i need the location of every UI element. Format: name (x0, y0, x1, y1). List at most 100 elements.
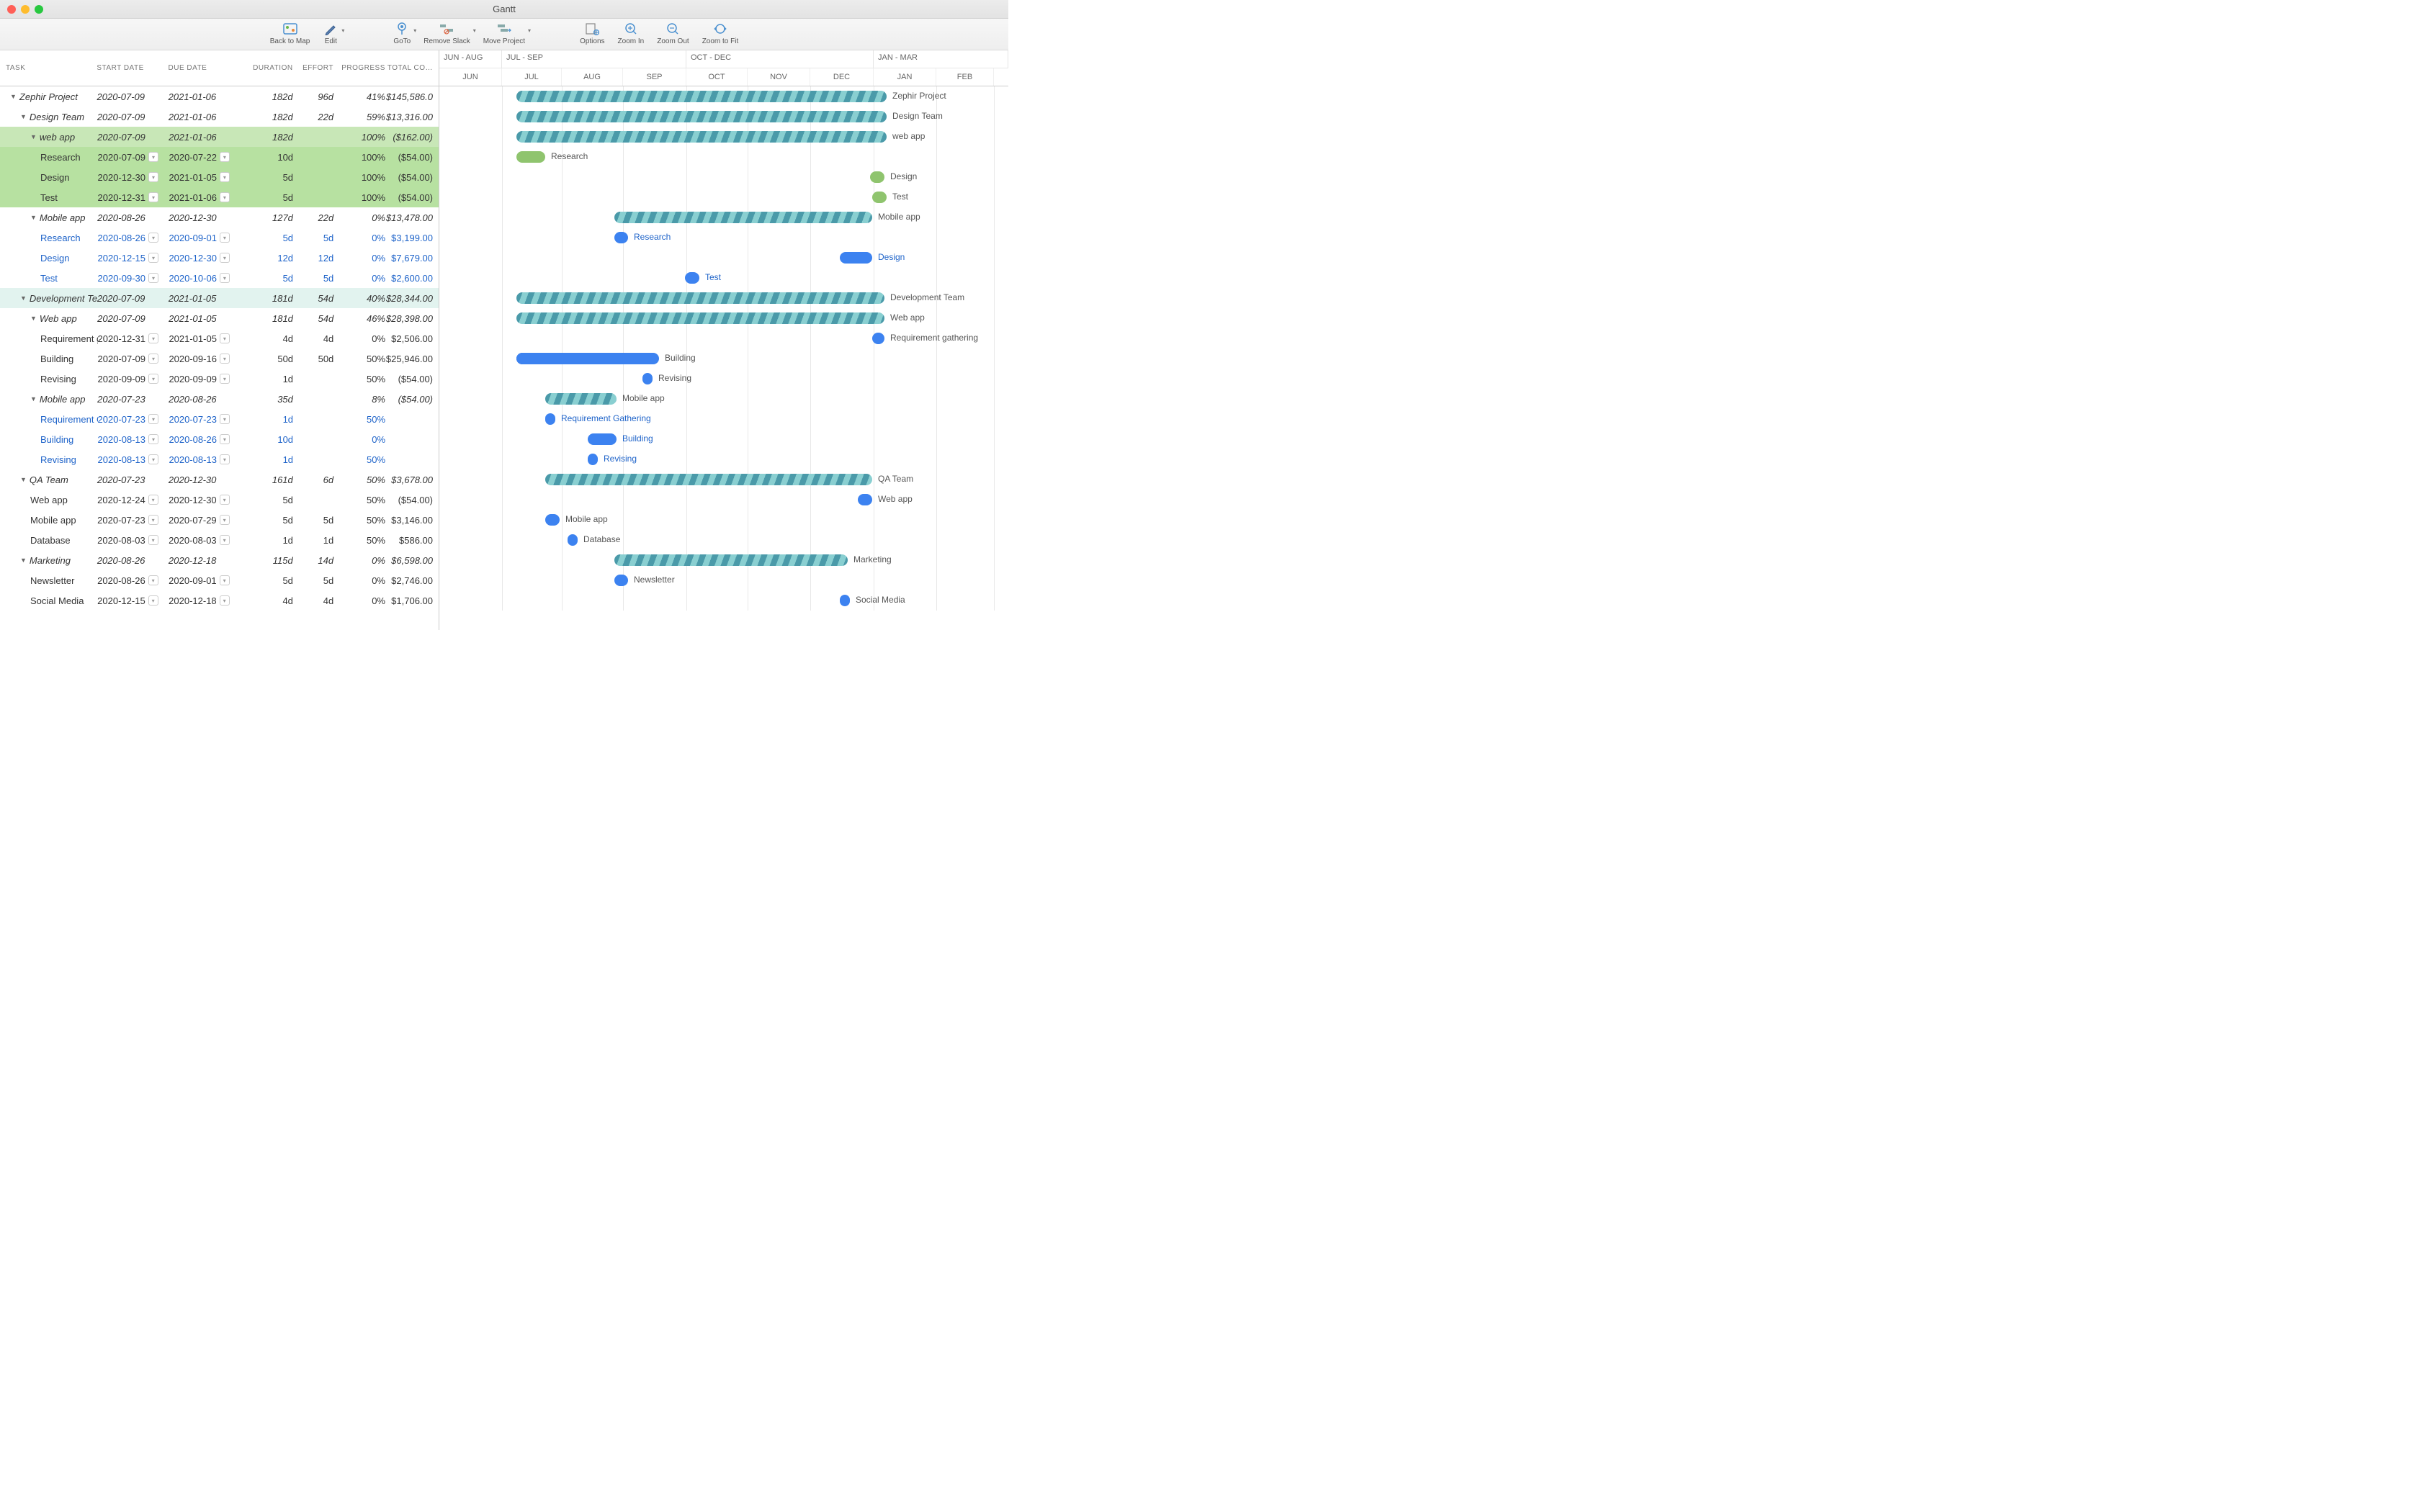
calendar-icon[interactable]: ▾ (220, 515, 230, 525)
calendar-icon[interactable]: ▾ (220, 333, 230, 343)
gantt-bar[interactable] (858, 494, 872, 505)
task-row[interactable]: Building2020-08-13▾2020-08-26▾10d0% (0, 429, 439, 449)
calendar-icon[interactable]: ▾ (148, 414, 158, 424)
calendar-icon[interactable]: ▾ (220, 172, 230, 182)
calendar-icon[interactable]: ▾ (148, 152, 158, 162)
calendar-icon[interactable]: ▾ (148, 515, 158, 525)
gantt-bar[interactable] (588, 454, 598, 465)
calendar-icon[interactable]: ▾ (220, 454, 230, 464)
gantt-bar[interactable] (516, 312, 884, 324)
calendar-icon[interactable]: ▾ (148, 233, 158, 243)
task-row[interactable]: Research2020-07-09▾2020-07-22▾10d100%($5… (0, 147, 439, 167)
gantt-bar[interactable] (642, 373, 653, 384)
move-project-button[interactable]: Move Project (483, 22, 525, 45)
calendar-icon[interactable]: ▾ (148, 253, 158, 263)
calendar-icon[interactable]: ▾ (148, 595, 158, 606)
task-row[interactable]: ▼Design Team2020-07-092021-01-06182d22d5… (0, 107, 439, 127)
col-due[interactable]: DUE DATE (169, 64, 238, 72)
expand-icon[interactable]: ▼ (30, 395, 37, 402)
gantt-bar[interactable] (516, 151, 545, 163)
calendar-icon[interactable]: ▾ (220, 434, 230, 444)
expand-icon[interactable]: ▼ (30, 214, 37, 221)
task-row[interactable]: ▼Mobile app2020-07-232020-08-2635d8%($54… (0, 389, 439, 409)
task-row[interactable]: Requirement Ga2020-07-23▾2020-07-23▾1d50… (0, 409, 439, 429)
col-cost[interactable]: TOTAL CO… (385, 64, 433, 72)
gantt-bar[interactable] (840, 595, 850, 606)
gantt-bar[interactable] (685, 272, 699, 284)
gantt-bar[interactable] (516, 292, 884, 304)
gantt-bar[interactable] (614, 575, 628, 586)
expand-icon[interactable]: ▼ (30, 133, 37, 140)
col-start[interactable]: START DATE (97, 64, 168, 72)
gantt-bar[interactable] (870, 171, 884, 183)
calendar-icon[interactable]: ▾ (148, 575, 158, 585)
calendar-icon[interactable]: ▾ (148, 333, 158, 343)
calendar-icon[interactable]: ▾ (148, 434, 158, 444)
calendar-icon[interactable]: ▾ (148, 172, 158, 182)
gantt-bar[interactable] (614, 232, 628, 243)
task-row[interactable]: ▼Web app2020-07-092021-01-05181d54d46%$2… (0, 308, 439, 328)
gantt-chart[interactable]: JUN - AUGJUL - SEPOCT - DECJAN - MAR JUN… (439, 50, 1008, 630)
expand-icon[interactable]: ▼ (10, 93, 17, 100)
minimize-icon[interactable] (21, 5, 30, 14)
calendar-icon[interactable]: ▾ (148, 535, 158, 545)
calendar-icon[interactable]: ▾ (220, 495, 230, 505)
goto-button[interactable]: GoTo (393, 22, 411, 45)
back-to-map-button[interactable]: Back to Map (270, 22, 310, 45)
col-progress[interactable]: PROGRESS (333, 64, 385, 72)
expand-icon[interactable]: ▼ (20, 476, 27, 483)
col-duration[interactable]: DURATION (238, 64, 293, 72)
gantt-bar[interactable] (545, 514, 560, 526)
col-task[interactable]: TASK (6, 64, 97, 72)
col-effort[interactable]: EFFORT (293, 64, 333, 72)
calendar-icon[interactable]: ▾ (220, 253, 230, 263)
edit-button[interactable]: Edit (323, 22, 339, 45)
calendar-icon[interactable]: ▾ (220, 273, 230, 283)
gantt-bar[interactable] (516, 111, 887, 122)
gantt-bar[interactable] (872, 192, 887, 203)
zoom-in-button[interactable]: Zoom In (618, 22, 645, 45)
gantt-bar[interactable] (840, 252, 872, 264)
gantt-bar[interactable] (516, 353, 659, 364)
task-row[interactable]: Database2020-08-03▾2020-08-03▾1d1d50%$58… (0, 530, 439, 550)
task-row[interactable]: Mobile app2020-07-23▾2020-07-29▾5d5d50%$… (0, 510, 439, 530)
calendar-icon[interactable]: ▾ (220, 152, 230, 162)
gantt-bar[interactable] (872, 333, 884, 344)
task-row[interactable]: Building2020-07-09▾2020-09-16▾50d50d50%$… (0, 348, 439, 369)
gantt-bar[interactable] (516, 131, 887, 143)
gantt-bar[interactable] (545, 393, 617, 405)
task-row[interactable]: Research2020-08-26▾2020-09-01▾5d5d0%$3,1… (0, 228, 439, 248)
calendar-icon[interactable]: ▾ (148, 273, 158, 283)
calendar-icon[interactable]: ▾ (220, 414, 230, 424)
zoom-out-button[interactable]: Zoom Out (657, 22, 689, 45)
calendar-icon[interactable]: ▾ (220, 192, 230, 202)
calendar-icon[interactable]: ▾ (148, 354, 158, 364)
task-row[interactable]: ▼Development Team2020-07-092021-01-05181… (0, 288, 439, 308)
maximize-icon[interactable] (35, 5, 43, 14)
task-row[interactable]: Revising2020-09-09▾2020-09-09▾1d50%($54.… (0, 369, 439, 389)
gantt-bar[interactable] (614, 212, 872, 223)
task-row[interactable]: Test2020-12-31▾2021-01-06▾5d100%($54.00) (0, 187, 439, 207)
zoom-fit-button[interactable]: Zoom to Fit (702, 22, 739, 45)
task-row[interactable]: ▼QA Team2020-07-232020-12-30161d6d50%$3,… (0, 469, 439, 490)
task-row[interactable]: Test2020-09-30▾2020-10-06▾5d5d0%$2,600.0… (0, 268, 439, 288)
gantt-bar[interactable] (568, 534, 578, 546)
task-row[interactable]: ▼Zephir Project2020-07-092021-01-06182d9… (0, 86, 439, 107)
task-row[interactable]: Newsletter2020-08-26▾2020-09-01▾5d5d0%$2… (0, 570, 439, 590)
task-row[interactable]: Design2020-12-30▾2021-01-05▾5d100%($54.0… (0, 167, 439, 187)
calendar-icon[interactable]: ▾ (148, 454, 158, 464)
task-row[interactable]: ▼web app2020-07-092021-01-06182d100%($16… (0, 127, 439, 147)
calendar-icon[interactable]: ▾ (220, 354, 230, 364)
close-icon[interactable] (7, 5, 16, 14)
gantt-bar[interactable] (516, 91, 887, 102)
task-row[interactable]: ▼Mobile app2020-08-262020-12-30127d22d0%… (0, 207, 439, 228)
calendar-icon[interactable]: ▾ (220, 575, 230, 585)
calendar-icon[interactable]: ▾ (148, 192, 158, 202)
options-button[interactable]: Options (580, 22, 604, 45)
calendar-icon[interactable]: ▾ (220, 233, 230, 243)
calendar-icon[interactable]: ▾ (148, 495, 158, 505)
gantt-bar[interactable] (588, 433, 617, 445)
gantt-bar[interactable] (614, 554, 848, 566)
calendar-icon[interactable]: ▾ (220, 374, 230, 384)
gantt-bar[interactable] (545, 413, 555, 425)
